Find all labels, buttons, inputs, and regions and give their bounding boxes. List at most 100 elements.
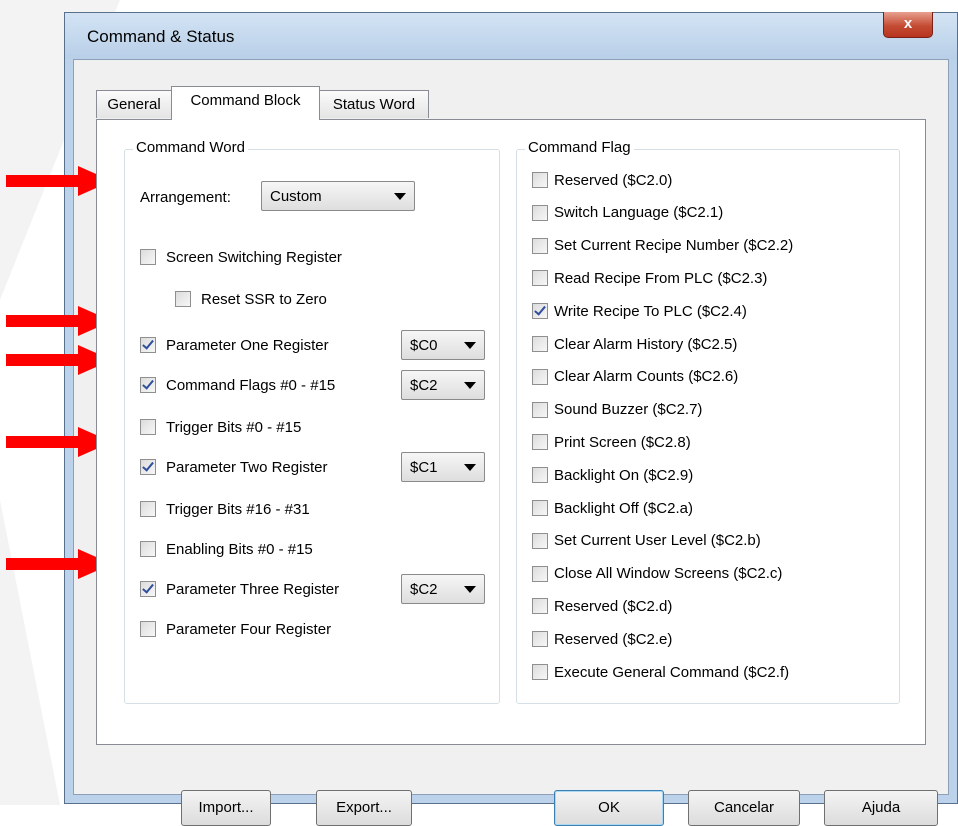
- command-word-option[interactable]: Enabling Bits #0 - #15: [140, 538, 313, 560]
- option-label: Parameter One Register: [166, 336, 329, 354]
- command-flag-option[interactable]: Print Screen ($C2.8): [532, 431, 691, 453]
- option-label: Write Recipe To PLC ($C2.4): [554, 302, 747, 320]
- option-label: Parameter Four Register: [166, 620, 332, 638]
- checkbox[interactable]: [532, 467, 548, 484]
- option-label: Parameter Two Register: [166, 458, 328, 476]
- checkbox[interactable]: [140, 581, 156, 597]
- arrangement-select[interactable]: Custom: [261, 181, 415, 211]
- checkbox[interactable]: [532, 434, 548, 451]
- option-label: Backlight On ($C2.9): [554, 466, 694, 484]
- command-flag-option[interactable]: Read Recipe From PLC ($C2.3): [532, 267, 767, 289]
- register-value: $C2: [410, 581, 438, 598]
- command-word-option[interactable]: Command Flags #0 - #15: [140, 374, 335, 396]
- command-flag-option[interactable]: Clear Alarm Counts ($C2.6): [532, 366, 738, 388]
- option-label: Execute General Command ($C2.f): [554, 663, 790, 681]
- checkbox[interactable]: [532, 172, 548, 188]
- checkbox[interactable]: [532, 664, 548, 680]
- register-select[interactable]: $C0: [401, 330, 485, 360]
- checkbox[interactable]: [140, 419, 156, 435]
- command-word-option[interactable]: Parameter Four Register: [140, 618, 331, 640]
- option-label: Parameter Three Register: [166, 580, 340, 598]
- command-word-option[interactable]: Parameter One Register: [140, 334, 329, 356]
- command-flag-option[interactable]: Write Recipe To PLC ($C2.4): [532, 300, 747, 322]
- option-label: Reserved ($C2.e): [554, 630, 673, 648]
- register-value: $C2: [410, 377, 438, 394]
- register-select[interactable]: $C1: [401, 452, 485, 482]
- dialog-client-area: General Command Block Status Word Comman…: [73, 59, 949, 826]
- chevron-down-icon: [394, 193, 406, 200]
- chevron-down-icon: [464, 586, 476, 593]
- checkbox[interactable]: [175, 291, 191, 307]
- checkbox[interactable]: [140, 337, 156, 353]
- checkbox[interactable]: [532, 565, 548, 582]
- checkbox[interactable]: [140, 501, 156, 517]
- option-label: Command Flags #0 - #15: [166, 376, 336, 394]
- checkbox[interactable]: [532, 598, 548, 615]
- command-flag-legend: Command Flag: [525, 139, 634, 156]
- command-flag-option[interactable]: Reserved ($C2.e): [532, 628, 672, 650]
- command-word-option[interactable]: Trigger Bits #0 - #15: [140, 416, 301, 438]
- close-button[interactable]: x: [883, 12, 933, 38]
- register-select[interactable]: $C2: [401, 574, 485, 604]
- option-label: Clear Alarm Counts ($C2.6): [554, 368, 739, 386]
- tab-general[interactable]: General: [96, 90, 172, 118]
- tab-status-word[interactable]: Status Word: [319, 90, 429, 118]
- tab-panel: Command Word Arrangement: Custom Screen …: [96, 119, 926, 745]
- command-word-group: Command Word Arrangement: Custom Screen …: [124, 139, 500, 704]
- command-flag-option[interactable]: Backlight Off ($C2.a): [532, 497, 693, 519]
- checkbox[interactable]: [532, 303, 548, 320]
- command-flag-option[interactable]: Reserved ($C2.d): [532, 595, 672, 617]
- command-word-option[interactable]: Parameter Two Register: [140, 456, 327, 478]
- option-label: Read Recipe From PLC ($C2.3): [554, 269, 768, 287]
- command-flag-option[interactable]: Switch Language ($C2.1): [532, 202, 723, 224]
- command-flag-option[interactable]: Set Current Recipe Number ($C2.2): [532, 235, 793, 257]
- command-word-option[interactable]: Reset SSR to Zero: [175, 288, 327, 310]
- checkbox[interactable]: [140, 459, 156, 475]
- command-flag-group: Command Flag Reserved ($C2.0) Switch Lang…: [516, 139, 900, 704]
- checkbox[interactable]: [140, 541, 156, 557]
- command-word-legend: Command Word: [133, 139, 248, 156]
- command-flag-option[interactable]: Clear Alarm History ($C2.5): [532, 333, 737, 355]
- command-flag-option[interactable]: Execute General Command ($C2.f): [532, 661, 789, 683]
- command-flag-option[interactable]: Sound Buzzer ($C2.7): [532, 399, 702, 421]
- option-label: Reset SSR to Zero: [201, 290, 327, 308]
- checkbox[interactable]: [532, 336, 548, 352]
- checkbox[interactable]: [532, 368, 548, 385]
- checkbox[interactable]: [140, 377, 156, 393]
- command-flag-option[interactable]: Backlight On ($C2.9): [532, 464, 693, 486]
- option-label: Reserved ($C2.0): [554, 171, 673, 189]
- export-button[interactable]: Export...: [316, 790, 412, 826]
- checkbox[interactable]: [532, 237, 548, 254]
- checkbox[interactable]: [532, 532, 548, 549]
- checkbox[interactable]: [532, 500, 548, 516]
- command-word-option[interactable]: Trigger Bits #16 - #31: [140, 498, 310, 520]
- import-button[interactable]: Import...: [181, 790, 271, 826]
- command-flag-option[interactable]: Set Current User Level ($C2.b): [532, 530, 761, 552]
- checkbox[interactable]: [532, 204, 548, 221]
- option-label: Trigger Bits #16 - #31: [166, 500, 310, 518]
- ok-button[interactable]: OK: [554, 790, 664, 826]
- title-bar[interactable]: Command & Status x: [65, 12, 957, 59]
- option-label: Reserved ($C2.d): [554, 597, 673, 615]
- option-label: Backlight Off ($C2.a): [554, 499, 693, 517]
- arrangement-value: Custom: [270, 188, 322, 205]
- tab-command-block[interactable]: Command Block: [171, 86, 320, 120]
- command-flag-option[interactable]: Reserved ($C2.0): [532, 169, 672, 191]
- option-label: Screen Switching Register: [166, 248, 342, 266]
- register-value: $C0: [410, 337, 438, 354]
- checkbox[interactable]: [140, 621, 156, 637]
- cancel-button[interactable]: Cancelar: [688, 790, 800, 826]
- command-word-option[interactable]: Screen Switching Register: [140, 246, 342, 268]
- help-button[interactable]: Ajuda: [824, 790, 938, 826]
- checkbox[interactable]: [532, 631, 548, 648]
- option-label: Set Current User Level ($C2.b): [554, 532, 761, 550]
- command-flag-option[interactable]: Close All Window Screens ($C2.c): [532, 563, 782, 585]
- checkbox[interactable]: [140, 249, 156, 265]
- option-label: Trigger Bits #0 - #15: [166, 418, 302, 436]
- option-label: Close All Window Screens ($C2.c): [554, 565, 783, 583]
- window-title: Command & Status: [87, 27, 235, 46]
- command-word-option[interactable]: Parameter Three Register: [140, 578, 339, 600]
- checkbox[interactable]: [532, 401, 548, 418]
- checkbox[interactable]: [532, 270, 548, 287]
- register-select[interactable]: $C2: [401, 370, 485, 400]
